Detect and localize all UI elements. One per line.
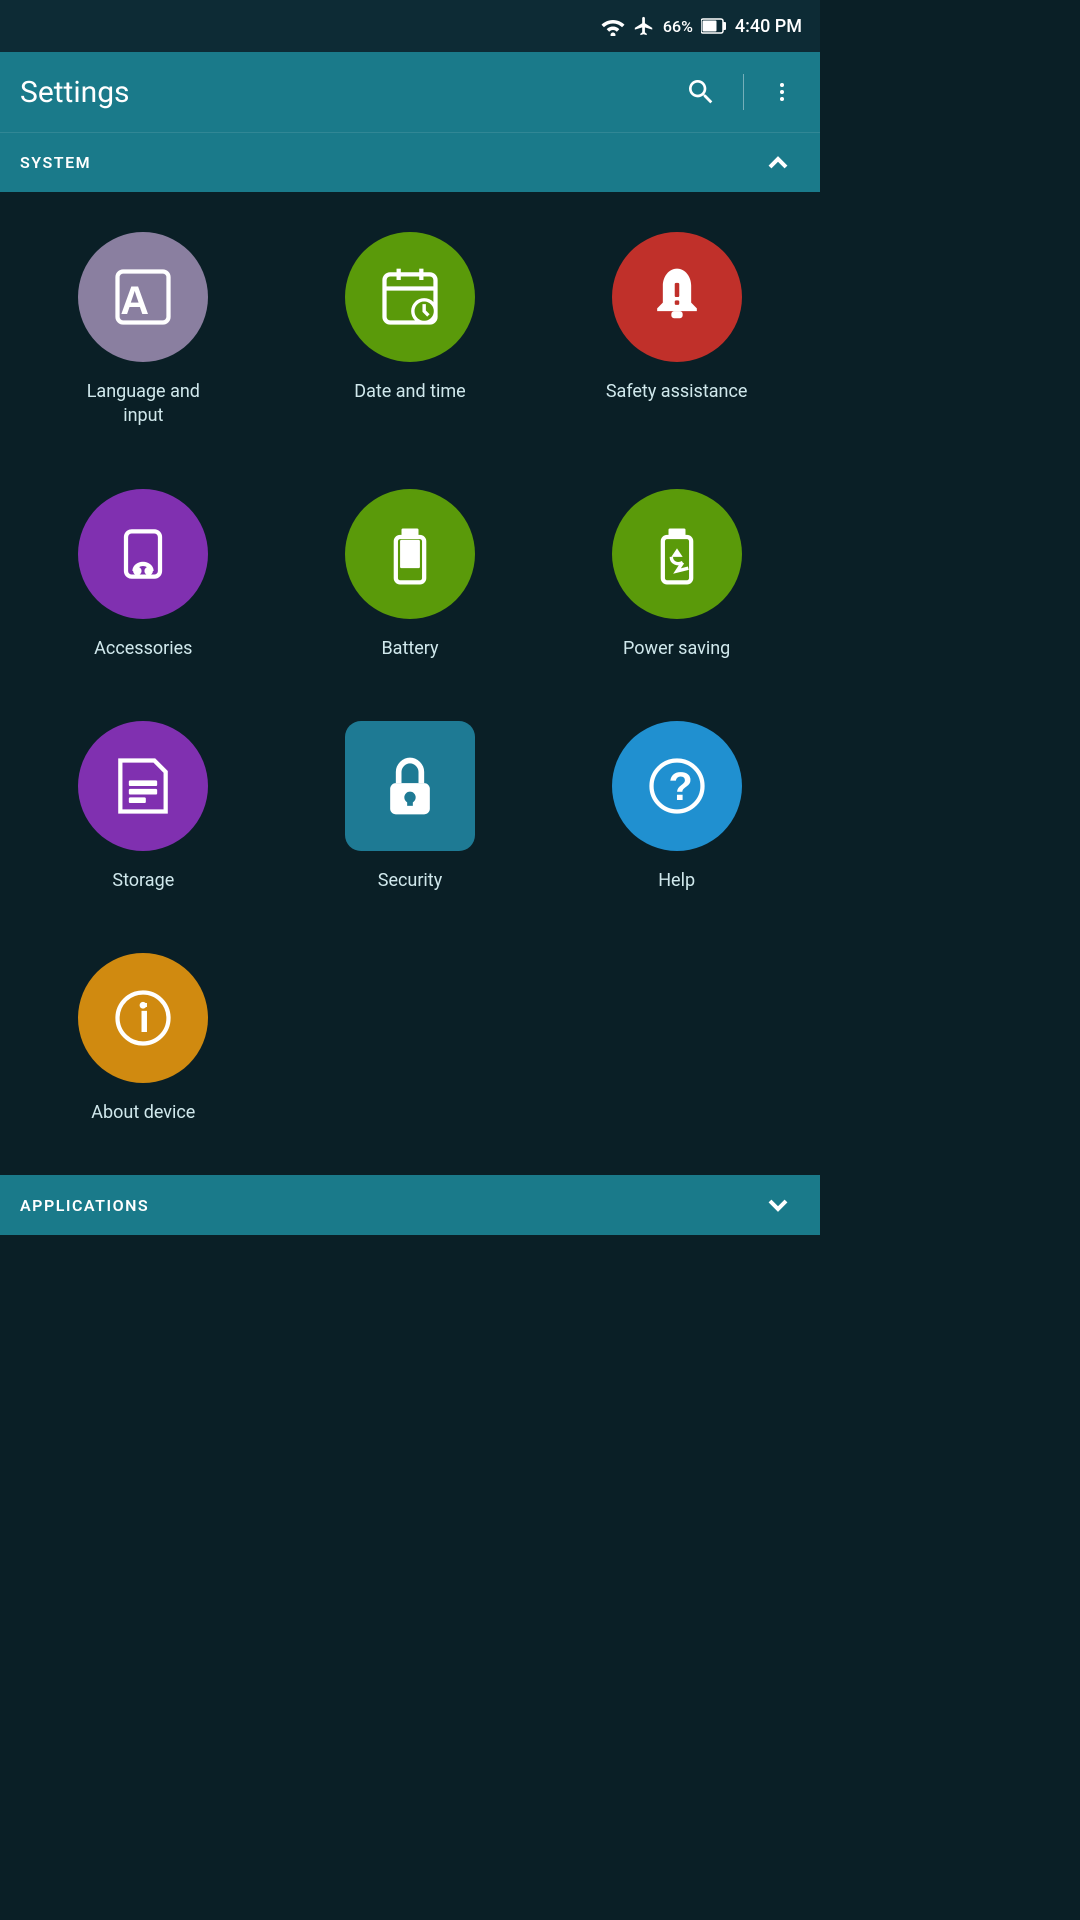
security-icon xyxy=(376,752,444,820)
svg-text:?: ? xyxy=(668,765,692,809)
divider xyxy=(743,74,744,110)
svg-text:A: A xyxy=(121,279,150,323)
about-device-icon: i xyxy=(109,984,177,1052)
expand-applications-button[interactable] xyxy=(756,1183,800,1227)
accessories-icon-wrapper xyxy=(78,489,208,619)
storage-icon-wrapper xyxy=(78,721,208,851)
more-options-button[interactable] xyxy=(764,74,800,110)
search-icon xyxy=(685,76,717,108)
system-section-title: SYSTEM xyxy=(20,153,91,172)
safety-assistance-icon-wrapper xyxy=(612,232,742,362)
language-input-icon: A xyxy=(109,263,177,331)
date-time-label: Date and time xyxy=(354,380,465,404)
safety-assistance-label: Safety assistance xyxy=(606,380,748,404)
language-input-icon-wrapper: A xyxy=(78,232,208,362)
security-icon-wrapper xyxy=(345,721,475,851)
applications-section-title: APPLICATIONS xyxy=(20,1196,149,1215)
more-options-icon xyxy=(770,80,794,104)
power-saving-label: Power saving xyxy=(623,637,730,661)
wifi-icon xyxy=(601,16,625,36)
battery-percentage: 66% xyxy=(663,17,693,36)
settings-item-battery[interactable]: Battery xyxy=(277,479,544,671)
page-title: Settings xyxy=(20,75,679,110)
accessories-icon xyxy=(109,520,177,588)
about-device-label: About device xyxy=(91,1101,195,1125)
storage-icon xyxy=(109,752,177,820)
date-time-icon xyxy=(376,263,444,331)
app-bar-actions xyxy=(679,70,800,114)
settings-item-date-time[interactable]: Date and time xyxy=(277,222,544,439)
date-time-icon-wrapper xyxy=(345,232,475,362)
help-label: Help xyxy=(658,869,695,893)
chevron-down-icon xyxy=(762,1189,794,1221)
help-icon-wrapper: ? xyxy=(612,721,742,851)
settings-item-power-saving[interactable]: Power saving xyxy=(543,479,810,671)
app-bar: Settings xyxy=(0,52,820,132)
system-section-header[interactable]: SYSTEM xyxy=(0,132,820,192)
settings-item-help[interactable]: ? Help xyxy=(543,711,810,903)
safety-assistance-icon xyxy=(643,263,711,331)
settings-item-language-input[interactable]: A Language and input xyxy=(10,222,277,439)
power-saving-icon xyxy=(643,520,711,588)
settings-grid-container: A Language and input Date and time xyxy=(0,192,820,1155)
collapse-system-button[interactable] xyxy=(756,141,800,185)
battery-icon xyxy=(701,17,727,35)
settings-item-accessories[interactable]: Accessories xyxy=(10,479,277,671)
language-input-label: Language and input xyxy=(87,380,200,429)
power-saving-icon-wrapper xyxy=(612,489,742,619)
applications-section-header[interactable]: APPLICATIONS xyxy=(0,1175,820,1235)
accessories-label: Accessories xyxy=(94,637,192,661)
settings-item-safety-assistance[interactable]: Safety assistance xyxy=(543,222,810,439)
status-icons: 66% 4:40 PM xyxy=(601,15,802,37)
airplane-icon xyxy=(633,15,655,37)
settings-item-storage[interactable]: Storage xyxy=(10,711,277,903)
battery-label: Battery xyxy=(381,637,438,661)
storage-label: Storage xyxy=(112,869,174,893)
help-icon: ? xyxy=(643,752,711,820)
battery-icon-wrapper xyxy=(345,489,475,619)
battery-settings-icon xyxy=(376,520,444,588)
chevron-up-icon xyxy=(762,147,794,179)
settings-item-about-device[interactable]: i About device xyxy=(10,943,277,1135)
status-bar: 66% 4:40 PM xyxy=(0,0,820,52)
security-label: Security xyxy=(378,869,442,893)
settings-item-security[interactable]: Security xyxy=(277,711,544,903)
time-display: 4:40 PM xyxy=(735,16,802,37)
about-device-icon-wrapper: i xyxy=(78,953,208,1083)
settings-grid: A Language and input Date and time xyxy=(10,222,810,1135)
search-button[interactable] xyxy=(679,70,723,114)
